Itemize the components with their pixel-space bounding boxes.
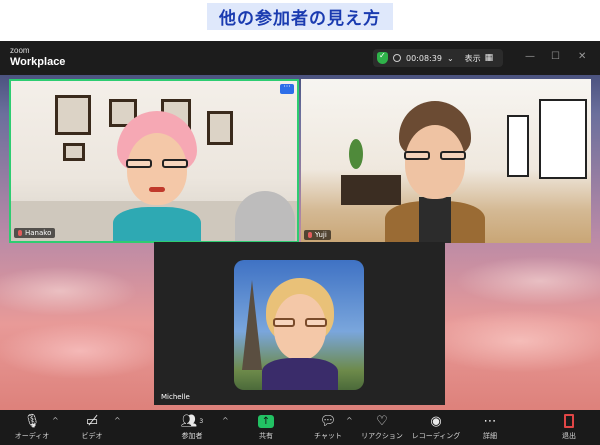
more-icon[interactable]: ···	[280, 83, 294, 94]
video-tile-hanako[interactable]: ··· Hanako	[9, 79, 299, 243]
avatar-body	[262, 358, 338, 390]
more-label: 詳細	[483, 432, 497, 440]
chat-label: チャット	[314, 432, 342, 440]
video-tile-yuji[interactable]: Yuji	[301, 79, 591, 243]
avatar-body	[113, 207, 201, 241]
participant-name: Hanako	[25, 229, 52, 237]
avatar-face	[274, 294, 326, 360]
participant-name: Yuji	[315, 231, 327, 239]
avatar-yuji	[385, 101, 485, 243]
avatar-mouth	[149, 187, 165, 192]
room-plant	[349, 139, 363, 169]
record-label: レコーディング	[411, 432, 461, 440]
clock-icon	[393, 54, 401, 62]
view-label: 表示	[464, 53, 481, 63]
glasses	[126, 159, 188, 169]
audio-button[interactable]: 🎙︎ オーディオ	[8, 413, 56, 441]
ellipsis-icon: ⋯	[483, 413, 497, 429]
leave-icon	[564, 414, 574, 428]
share-button[interactable]: ↑ 共有	[242, 413, 290, 441]
wall-frame	[63, 143, 85, 161]
grid-icon: ▦	[484, 53, 494, 63]
video-label: ビデオ	[81, 432, 103, 440]
record-icon: ◉	[430, 413, 442, 429]
shield-check-icon[interactable]	[377, 51, 388, 64]
leave-label: 退出	[562, 432, 576, 440]
glasses	[273, 318, 327, 327]
leave-button[interactable]: 退出	[545, 413, 593, 441]
mic-muted-icon	[308, 232, 312, 238]
meeting-timer: 00:08:39	[406, 53, 442, 63]
eiffel-tower	[242, 280, 262, 370]
chevron-down-icon[interactable]: ⌄	[447, 54, 454, 63]
more-button[interactable]: ⋯ 詳細	[466, 413, 514, 441]
minimize-icon[interactable]: —	[525, 51, 535, 62]
zoom-window: zoom Workplace 00:08:39 ⌄ 表示 ▦ — ☐ ✕	[0, 41, 600, 445]
share-label: 共有	[259, 432, 273, 440]
brand-small: zoom	[10, 46, 30, 55]
video-button[interactable]: ▭̸ ビデオ	[68, 413, 116, 441]
michelle-video	[234, 260, 364, 390]
participant-name: Michelle	[161, 393, 190, 401]
glasses	[404, 151, 466, 161]
name-tag-yuji: Yuji	[304, 230, 331, 240]
avatar-hanako	[109, 111, 205, 241]
name-tag-michelle: Michelle	[157, 392, 194, 402]
name-tag-hanako: Hanako	[14, 228, 56, 238]
heart-icon: ♡	[376, 413, 388, 429]
mic-muted-icon: 🎙︎	[23, 413, 41, 429]
share-screen-icon: ↑	[258, 414, 274, 428]
video-tile-michelle[interactable]: Michelle	[154, 242, 445, 405]
participants-icon: 👥︎ 3	[180, 413, 204, 429]
chat-button[interactable]: 💬︎ チャット	[304, 413, 352, 441]
video-off-icon: ▭̸	[85, 413, 99, 429]
audio-label: オーディオ	[14, 432, 50, 440]
avatar-face	[405, 125, 465, 199]
chair	[235, 191, 295, 241]
chevron-up-icon[interactable]: ^	[346, 416, 353, 425]
view-button[interactable]: 表示 ▦	[465, 53, 494, 64]
participants-label: 参加者	[181, 432, 203, 440]
meeting-status-bar: 00:08:39 ⌄ 表示 ▦	[373, 49, 503, 67]
maximize-icon[interactable]: ☐	[551, 51, 560, 62]
avatar-turtleneck	[419, 197, 451, 243]
room-window	[539, 99, 587, 179]
zoom-logo: zoom Workplace	[10, 47, 65, 68]
chevron-up-icon[interactable]: ^	[222, 416, 229, 425]
title-bar: zoom Workplace 00:08:39 ⌄ 表示 ▦ — ☐ ✕	[0, 41, 600, 75]
meeting-toolbar: 🎙︎ オーディオ ^ ▭̸ ビデオ ^ 👥︎ 3 参加者 ^ ↑ 共有 💬︎ チャ…	[0, 410, 600, 445]
avatar-face	[127, 133, 187, 205]
reactions-label: リアクション	[361, 432, 403, 440]
wall-frame	[55, 95, 91, 135]
chat-icon: 💬︎	[319, 413, 337, 429]
room-window	[507, 115, 529, 177]
close-icon[interactable]: ✕	[578, 51, 586, 62]
mic-muted-icon	[18, 230, 22, 236]
participants-button[interactable]: 👥︎ 3 参加者	[168, 413, 216, 441]
record-button[interactable]: ◉ レコーディング	[408, 413, 464, 441]
chevron-up-icon[interactable]: ^	[52, 416, 59, 425]
brand-big: Workplace	[10, 56, 66, 68]
participants-count: 3	[199, 417, 204, 425]
reactions-button[interactable]: ♡ リアクション	[358, 413, 406, 441]
wall-frame	[207, 111, 233, 145]
page-title: 他の参加者の見え方	[207, 3, 393, 30]
chevron-up-icon[interactable]: ^	[114, 416, 121, 425]
